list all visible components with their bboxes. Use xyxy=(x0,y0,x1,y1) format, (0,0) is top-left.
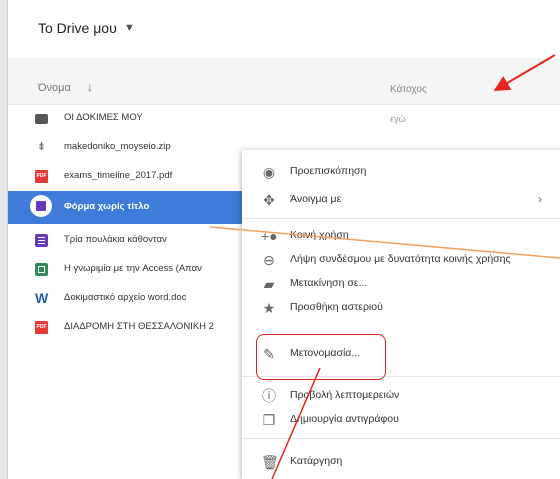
annotation-arrows xyxy=(209,54,560,479)
share-pointer-line xyxy=(209,226,560,259)
rename-pointer-line xyxy=(271,367,321,479)
owner-pointer-arrow xyxy=(493,54,556,92)
